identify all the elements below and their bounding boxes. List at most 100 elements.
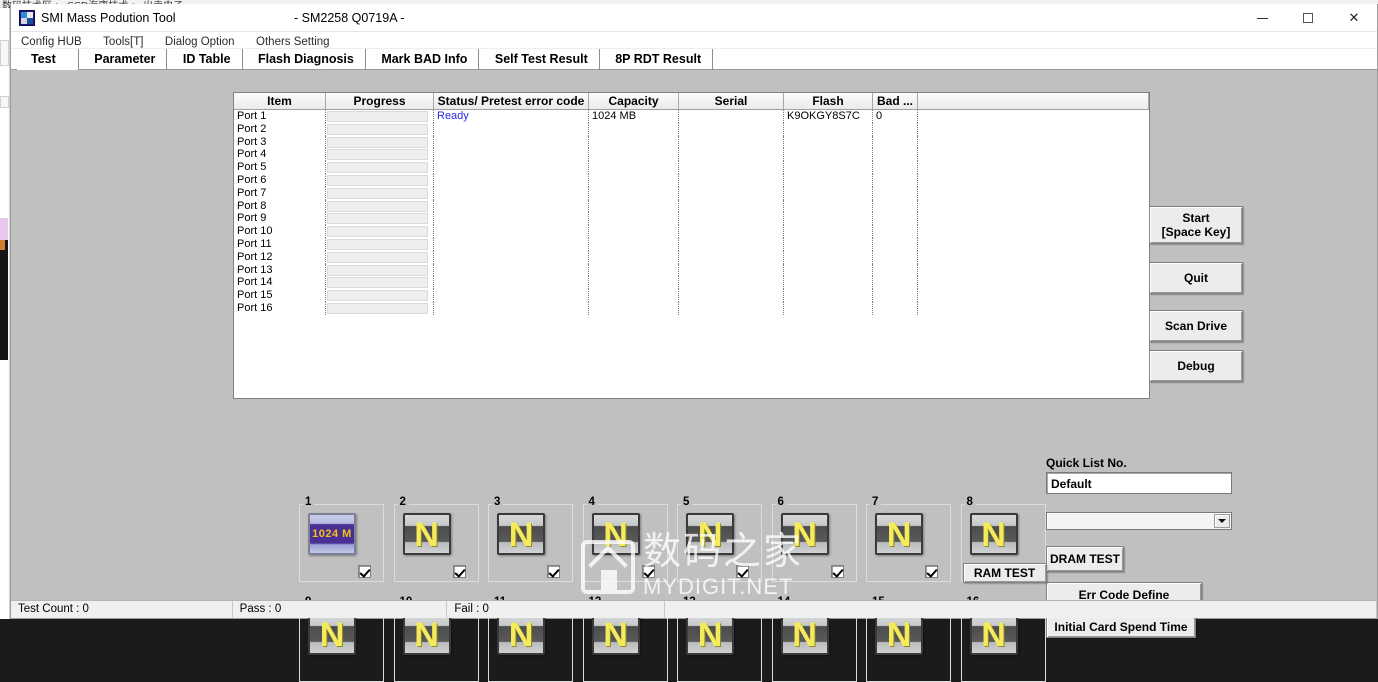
progress-bar	[327, 265, 428, 276]
table-cell-flash	[784, 187, 873, 200]
table-column-header[interactable]: Progress	[326, 93, 434, 109]
chevron-down-icon[interactable]	[1214, 514, 1230, 528]
card-select-checkbox[interactable]	[736, 565, 749, 578]
table-cell-flash	[784, 289, 873, 302]
start-button[interactable]: Start [Space Key]	[1149, 206, 1243, 244]
status-bar-cell	[665, 601, 1377, 618]
minimize-button[interactable]	[1239, 4, 1285, 32]
table-cell-capacity	[589, 251, 679, 264]
card-slot-number: 2	[398, 496, 409, 508]
table-cell-bad	[873, 148, 918, 161]
table-row[interactable]: Port 5	[234, 161, 1149, 174]
card-slot[interactable]: 2N	[394, 504, 479, 582]
table-row[interactable]: Port 10	[234, 225, 1149, 238]
card-select-checkbox[interactable]	[831, 565, 844, 578]
ram-test-button[interactable]: RAM TEST	[963, 563, 1047, 583]
tab-id-table[interactable]: ID Table	[172, 49, 243, 70]
table-row[interactable]: Port 4	[234, 148, 1149, 161]
quick-list-input[interactable]: Default	[1046, 472, 1232, 494]
card-slot[interactable]: 4N	[583, 504, 668, 582]
tab-8p-rdt-result[interactable]: 8P RDT Result	[604, 49, 713, 70]
table-cell-item: Port 6	[234, 174, 326, 187]
table-column-header[interactable]: Capacity	[589, 93, 679, 109]
table-row[interactable]: Port 14	[234, 276, 1149, 289]
table-row[interactable]: Port 7	[234, 187, 1149, 200]
table-row[interactable]: Port 6	[234, 174, 1149, 187]
table-cell-extra	[918, 148, 1149, 161]
card-select-checkbox[interactable]	[358, 565, 371, 578]
quit-button[interactable]: Quit	[1149, 262, 1243, 294]
dram-test-button[interactable]: DRAM TEST	[1046, 546, 1124, 572]
menu-item-tools[interactable]: Tools[T]	[103, 33, 152, 50]
progress-bar	[327, 277, 428, 288]
table-cell-item: Port 16	[234, 302, 326, 315]
table-cell-serial	[679, 251, 784, 264]
menu-item-config-hub[interactable]: Config HUB	[21, 33, 91, 50]
table-row[interactable]: Port 11	[234, 238, 1149, 251]
table-cell-extra	[918, 302, 1149, 315]
card-select-checkbox[interactable]	[925, 565, 938, 578]
table-column-header[interactable]: Bad ...	[873, 93, 918, 109]
progress-bar	[327, 252, 428, 263]
table-row[interactable]: Port 8	[234, 200, 1149, 213]
card-slot[interactable]: 7N	[866, 504, 951, 582]
card-select-checkbox[interactable]	[453, 565, 466, 578]
progress-bar	[327, 137, 428, 148]
scan-drive-button[interactable]: Scan Drive	[1149, 310, 1243, 342]
close-button[interactable]: ✕	[1331, 4, 1377, 32]
tab-self-test-result[interactable]: Self Test Result	[484, 49, 600, 70]
menu-item-others-setting[interactable]: Others Setting	[256, 33, 339, 50]
minimize-icon	[1257, 18, 1268, 19]
status-bar-cell: Pass : 0	[233, 601, 448, 618]
table-column-header[interactable]: Status/ Pretest error code	[434, 93, 589, 109]
port-status-table[interactable]: ItemProgressStatus/ Pretest error codeCa…	[233, 92, 1150, 399]
table-cell-bad	[873, 123, 918, 136]
table-column-header[interactable]	[918, 93, 1149, 109]
table-cell-capacity	[589, 136, 679, 149]
table-cell-extra	[918, 264, 1149, 277]
background-chip-2	[0, 96, 9, 108]
initial-card-spend-time-button[interactable]: Initial Card Spend Time	[1046, 616, 1196, 638]
table-row[interactable]: Port 9	[234, 212, 1149, 225]
table-row[interactable]: Port 12	[234, 251, 1149, 264]
menu-item-dialog-option[interactable]: Dialog Option	[165, 33, 244, 50]
empty-slot-icon: N	[497, 513, 545, 555]
table-row[interactable]: Port 2	[234, 123, 1149, 136]
card-select-checkbox[interactable]	[642, 565, 655, 578]
tab-test[interactable]: Test	[17, 49, 79, 70]
table-cell-item: Port 11	[234, 238, 326, 251]
tab-parameter[interactable]: Parameter	[83, 49, 167, 70]
table-cell-capacity	[589, 264, 679, 277]
card-slot[interactable]: 8NRAM TEST	[961, 504, 1046, 582]
table-row[interactable]: Port 13	[234, 264, 1149, 277]
tab-flash-diagnosis[interactable]: Flash Diagnosis	[247, 49, 366, 70]
progress-bar	[327, 111, 428, 122]
quick-list-dropdown[interactable]	[1046, 512, 1232, 530]
table-cell-bad	[873, 289, 918, 302]
table-column-header[interactable]: Serial	[679, 93, 784, 109]
progress-cell	[326, 212, 434, 225]
table-cell-serial	[679, 187, 784, 200]
table-row[interactable]: Port 1Ready1024 MBK9OKGY8S7C0	[234, 110, 1149, 123]
table-cell-bad	[873, 251, 918, 264]
table-column-header[interactable]: Item	[234, 93, 326, 109]
card-slot[interactable]: 5N	[677, 504, 762, 582]
maximize-button[interactable]	[1285, 4, 1331, 32]
card-slot[interactable]: 11024 M	[299, 504, 384, 582]
card-slot-number: 3	[492, 496, 503, 508]
table-cell-item: Port 14	[234, 276, 326, 289]
debug-button[interactable]: Debug	[1149, 350, 1243, 382]
window-subtitle: - SM2258 Q0719A -	[294, 10, 404, 26]
table-cell-extra	[918, 174, 1149, 187]
card-slot[interactable]: 6N	[772, 504, 857, 582]
progress-cell	[326, 123, 434, 136]
table-row[interactable]: Port 15	[234, 289, 1149, 302]
card-select-checkbox[interactable]	[547, 565, 560, 578]
table-column-header[interactable]: Flash	[784, 93, 873, 109]
table-row[interactable]: Port 16	[234, 302, 1149, 315]
card-slot-number: 7	[870, 496, 881, 508]
progress-cell	[326, 110, 434, 123]
table-row[interactable]: Port 3	[234, 136, 1149, 149]
tab-mark-bad-info[interactable]: Mark BAD Info	[370, 49, 479, 70]
card-slot[interactable]: 3N	[488, 504, 573, 582]
